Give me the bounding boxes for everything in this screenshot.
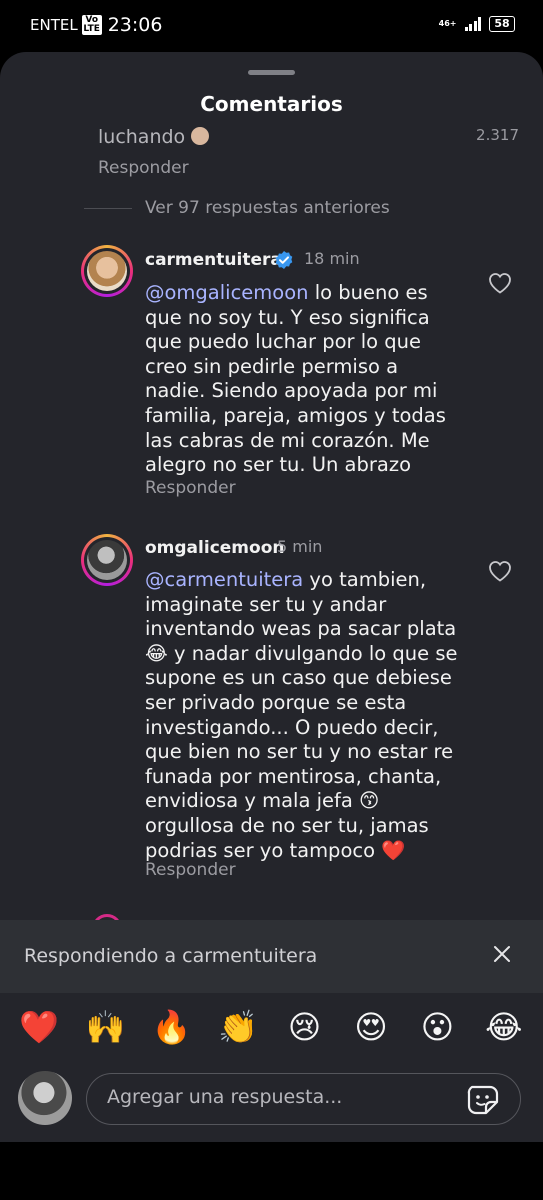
previous-comment-text: luchando bbox=[98, 126, 210, 148]
previous-comment-body: luchando bbox=[98, 126, 186, 148]
sticker-icon[interactable] bbox=[466, 1084, 500, 1116]
reaction-heart-eyes-button[interactable]: 😍 bbox=[351, 1007, 391, 1047]
replying-to-text: Respondiendo a carmentuitera bbox=[24, 945, 318, 967]
avatar[interactable] bbox=[81, 245, 133, 297]
current-user-avatar bbox=[18, 1071, 72, 1125]
signal-icon bbox=[464, 17, 481, 31]
reply-input[interactable]: Agregar una respuesta... bbox=[86, 1073, 521, 1125]
replying-to-bar: Respondiendo a carmentuitera bbox=[0, 920, 543, 993]
sheet-grabber-handle[interactable] bbox=[248, 70, 295, 75]
status-left: ENTEL Vo LTE 23:06 bbox=[30, 14, 162, 36]
status-right: 46+ 58 bbox=[439, 16, 515, 32]
comment-reply-button[interactable]: Responder bbox=[145, 478, 236, 498]
comment-timestamp: 18 min bbox=[304, 249, 360, 268]
comment-body: lo bueno es que no soy tu. Y eso signifi… bbox=[145, 281, 446, 477]
previous-comment-likes: 2.317 bbox=[476, 126, 519, 144]
previous-comment-reply-button[interactable]: Responder bbox=[98, 158, 189, 178]
volte-icon: Vo LTE bbox=[81, 15, 102, 35]
avatar[interactable] bbox=[81, 534, 133, 586]
comment-mention[interactable]: @carmentuitera bbox=[145, 568, 303, 591]
carrier-name: ENTEL bbox=[30, 16, 78, 34]
network-type-label: 46+ bbox=[438, 19, 457, 28]
comment-reply-button[interactable]: Responder bbox=[145, 860, 236, 880]
reaction-surprised-button[interactable]: 😮 bbox=[417, 1007, 457, 1047]
comment-text: @carmentuitera yo tambien, imaginate ser… bbox=[145, 568, 475, 863]
composer: ❤️ 🙌 🔥 👏 😢 😍 😮 😂 Agregar una respuesta... bbox=[0, 993, 543, 1142]
view-more-divider bbox=[84, 208, 132, 209]
comment-username[interactable]: carmentuitera bbox=[145, 250, 282, 270]
reaction-heart-button[interactable]: ❤️ bbox=[19, 1007, 59, 1047]
reaction-fire-button[interactable]: 🔥 bbox=[152, 1007, 192, 1047]
verified-badge-icon bbox=[275, 251, 293, 269]
close-icon[interactable] bbox=[493, 945, 511, 963]
comment-mention[interactable]: @omgalicemoon bbox=[145, 281, 309, 304]
reply-input-placeholder: Agregar una respuesta... bbox=[107, 1086, 343, 1108]
battery-icon: 58 bbox=[489, 16, 515, 32]
status-clock: 23:06 bbox=[107, 14, 163, 36]
reaction-crying-button[interactable]: 😢 bbox=[285, 1007, 325, 1047]
view-previous-replies-button[interactable]: Ver 97 respuestas anteriores bbox=[145, 198, 390, 218]
status-bar: ENTEL Vo LTE 23:06 46+ 58 bbox=[0, 0, 543, 52]
like-heart-icon[interactable] bbox=[488, 560, 512, 582]
comment-body: yo tambien, imaginate ser tu y andar inv… bbox=[145, 568, 458, 862]
reaction-raised-hands-button[interactable]: 🙌 bbox=[85, 1007, 125, 1047]
volte-bottom-label: LTE bbox=[83, 24, 100, 34]
avatar-photo bbox=[87, 251, 127, 291]
quick-reactions-row: ❤️ 🙌 🔥 👏 😢 😍 😮 😂 bbox=[0, 1007, 543, 1051]
comment-text: @omgalicemoon lo bueno es que no soy tu.… bbox=[145, 281, 475, 478]
like-heart-icon[interactable] bbox=[488, 272, 512, 294]
reaction-laughing-button[interactable]: 😂 bbox=[484, 1007, 524, 1047]
comment-username[interactable]: omgalicemoon bbox=[145, 538, 284, 558]
sheet-title: Comentarios bbox=[200, 92, 343, 116]
hands-emoji-icon bbox=[191, 127, 210, 145]
reaction-clapping-button[interactable]: 👏 bbox=[218, 1007, 258, 1047]
avatar-photo bbox=[87, 540, 127, 580]
comment-timestamp: 5 min bbox=[277, 537, 323, 556]
system-navigation-bar bbox=[0, 1142, 543, 1200]
